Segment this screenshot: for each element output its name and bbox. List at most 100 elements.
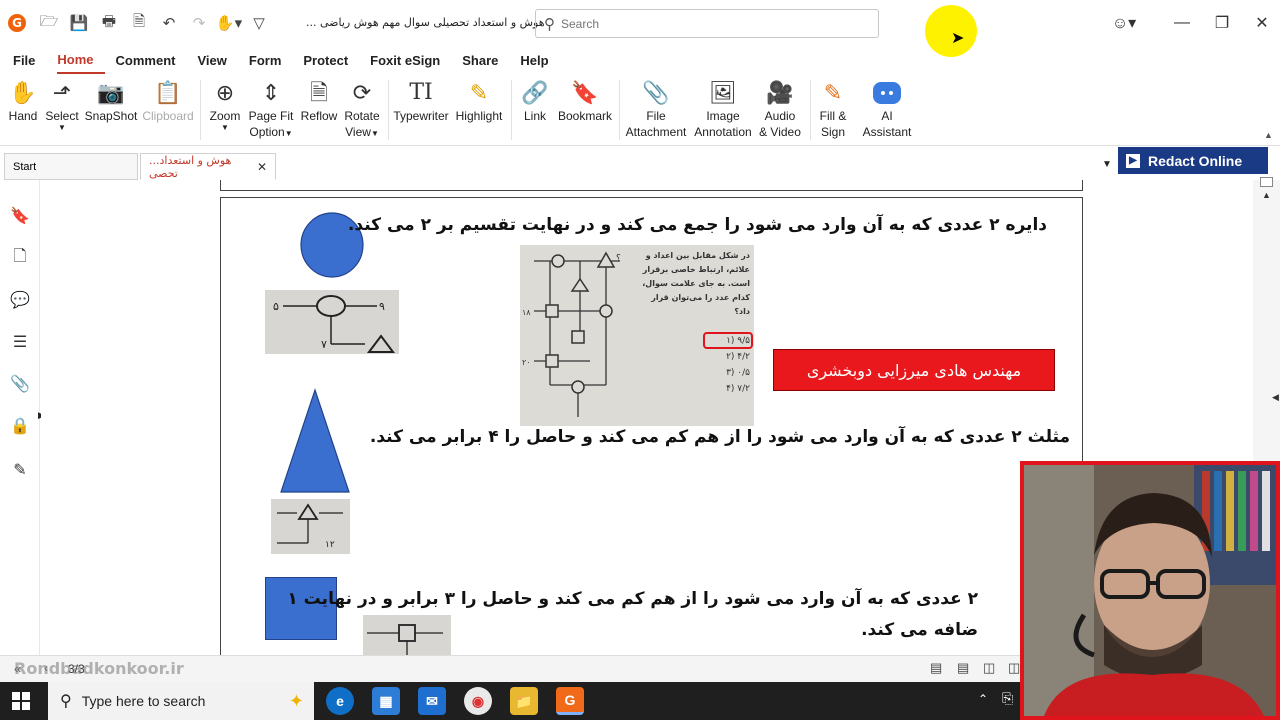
redo-icon[interactable]: ↷ (184, 0, 214, 46)
print-icon[interactable]: 🖶 (94, 0, 124, 46)
audio-video-icon: 🎥 (766, 80, 794, 105)
menu-form[interactable]: Form (249, 46, 293, 74)
svg-text:۹: ۹ (379, 300, 385, 313)
chevron-down-icon: ▼ (284, 129, 293, 138)
ribbon-divider (619, 80, 620, 140)
minimize-button[interactable]: — (1162, 0, 1202, 46)
menu-comment[interactable]: Comment (116, 46, 187, 74)
select-tool-button[interactable]: ⬏ Select ▼ (44, 78, 80, 132)
tabs-dropdown-icon[interactable]: ▼ (1102, 159, 1112, 170)
scroll-up-arrow-icon[interactable]: ▲ (1262, 190, 1271, 200)
triangle-example-scan: ۱۲ (271, 499, 350, 554)
pages-panel-icon[interactable]: 🗋 (10, 248, 30, 268)
taskbar-search[interactable]: ⚲ Type here to search ✦ (48, 682, 314, 720)
audio-video-button[interactable]: 🎥 Audio & Video (756, 78, 804, 140)
bookmark-button[interactable]: 🔖 Bookmark (556, 78, 614, 124)
bookmark-icon: 🔖 (571, 80, 599, 105)
signature-panel-icon[interactable]: ✎ (10, 460, 30, 480)
menu-file[interactable]: File (13, 46, 46, 74)
menu-home[interactable]: Home (57, 46, 105, 74)
webcam-overlay (1020, 461, 1280, 720)
typewriter-button[interactable]: TⅠ Typewriter (393, 78, 449, 124)
left-navigation-panel: 🔖 🗋 💬 ☰ 📎 🔒 ✎ ▶ (0, 180, 45, 655)
link-button[interactable]: 🔗 Link (518, 78, 552, 124)
ai-assistant-button[interactable]: AI Assistant (860, 78, 914, 140)
restore-button[interactable]: ❐ (1202, 0, 1242, 46)
search-icon: ⚲ (544, 15, 555, 33)
search-box[interactable]: ⚲ (535, 9, 879, 38)
file-explorer-icon[interactable]: 📁 (510, 687, 538, 715)
comments-panel-icon[interactable]: 💬 (10, 290, 30, 310)
new-doc-icon[interactable]: 🗎 (124, 0, 154, 46)
layers-panel-icon[interactable]: ☰ (10, 332, 30, 352)
redact-online-button[interactable]: ▶ Redact Online (1118, 147, 1268, 174)
foxit-logo-icon: G (0, 0, 34, 46)
watermark-text: Rondbadkonkoor.ir (14, 659, 184, 678)
rotate-view-button[interactable]: ⟳ Rotate View▼ (342, 78, 382, 142)
pdf-page: ۵ ۹ ۷ دایره ۲ عددی که به آن وارد می شود … (220, 197, 1083, 657)
microsoft-store-icon[interactable]: ▦ (372, 687, 400, 715)
windows-start-icon[interactable] (12, 692, 30, 710)
document-tabs: Start ...هوش و استعداد تحصی ✕ ▼ (0, 153, 1280, 180)
tab-document[interactable]: ...هوش و استعداد تحصی ✕ (140, 153, 276, 180)
chevron-down-icon: ▼ (221, 123, 229, 132)
page-fit-option-button[interactable]: ⇕ Page Fit Option▼ (248, 78, 294, 142)
svg-text:؟: ؟ (616, 254, 621, 264)
account-icon[interactable]: ☺▾ (1104, 0, 1144, 46)
menu-help[interactable]: Help (520, 46, 559, 74)
foxit-taskbar-icon[interactable]: G (556, 687, 584, 715)
network-icon[interactable]: ⎘ (1002, 690, 1013, 707)
snapshot-icon: 📷 (97, 80, 125, 105)
close-button[interactable]: ✕ (1242, 0, 1280, 46)
collapse-ribbon-icon[interactable]: ▲ (1264, 130, 1273, 140)
system-tray-chevron-icon[interactable]: ⌃ (978, 692, 988, 706)
highlight-button[interactable]: ✎ Highlight (453, 78, 505, 124)
bookmark-panel-icon[interactable]: 🔖 (10, 206, 30, 226)
file-attachment-button[interactable]: 📎 File Attachment (624, 78, 688, 140)
highlight-pen-icon: ✎ (469, 80, 489, 105)
clipboard-button[interactable]: 📋 Clipboard (142, 78, 194, 124)
select-cursor-icon: ⬏ (52, 80, 72, 105)
reflow-button[interactable]: 🗎 Reflow (300, 78, 338, 124)
fill-sign-pen-icon: ✎ (823, 80, 843, 105)
image-annotation-button[interactable]: 🖼 Image Annotation (692, 78, 754, 140)
continuous-view-icon[interactable]: ▤ (957, 660, 969, 676)
square-rule-text-line1: ۲ عددی که به آن وارد می شود را از هم کم … (287, 589, 978, 609)
answer-options: ۹/۵ (۱ ۴/۲ (۲ ۰/۵ (۳ ۷/۲ (۴ (726, 336, 750, 394)
quick-access-dropdown-icon[interactable]: ▽ (244, 0, 274, 46)
snapshot-button[interactable]: 📷 SnapShot (84, 78, 138, 124)
ribbon-divider (388, 80, 389, 140)
close-tab-icon[interactable]: ✕ (257, 160, 267, 174)
collapse-right-panel-icon[interactable]: ◀ (1272, 392, 1279, 403)
security-panel-icon[interactable]: 🔒 (10, 416, 30, 436)
clipboard-icon: 📋 (154, 80, 182, 105)
hand-icon: ✋ (9, 80, 37, 105)
edge-browser-icon[interactable]: e (326, 687, 354, 715)
save-icon[interactable]: 💾 (64, 0, 94, 46)
undo-icon[interactable]: ↶ (154, 0, 184, 46)
svg-text:۲۰: ۲۰ (522, 358, 531, 367)
menu-share[interactable]: Share (462, 46, 509, 74)
menu-view[interactable]: View (197, 46, 237, 74)
tab-start[interactable]: Start (4, 153, 138, 180)
open-folder-icon[interactable]: 🗁 (34, 0, 64, 46)
search-input[interactable] (561, 16, 841, 31)
file-attachment-icon: 📎 (642, 80, 670, 105)
fill-sign-button[interactable]: ✎ Fill & Sign (814, 78, 852, 140)
single-page-view-icon[interactable]: ▤ (930, 660, 942, 676)
menu-protect[interactable]: Protect (303, 46, 359, 74)
chrome-icon[interactable]: ◉ (464, 687, 492, 715)
hand-tool-button[interactable]: ✋ Hand (6, 78, 40, 124)
mail-icon[interactable]: ✉ (418, 687, 446, 715)
cover-view-icon[interactable]: ◫ (1008, 660, 1020, 676)
attachments-panel-icon[interactable]: 📎 (10, 374, 30, 394)
mouse-cursor-icon: ➤ (951, 30, 965, 47)
menu-foxit-esign[interactable]: Foxit eSign (370, 46, 451, 74)
blue-triangle-shape (280, 388, 350, 493)
split-view-handle[interactable] (1260, 177, 1273, 187)
facing-view-icon[interactable]: ◫ (983, 660, 995, 676)
touch-mode-icon[interactable]: ✋▾ (214, 0, 244, 46)
svg-text:۱۲: ۱۲ (325, 540, 335, 550)
search-highlight-icon: ✦ (288, 690, 304, 711)
zoom-button[interactable]: ⊕ Zoom ▼ (206, 78, 244, 132)
